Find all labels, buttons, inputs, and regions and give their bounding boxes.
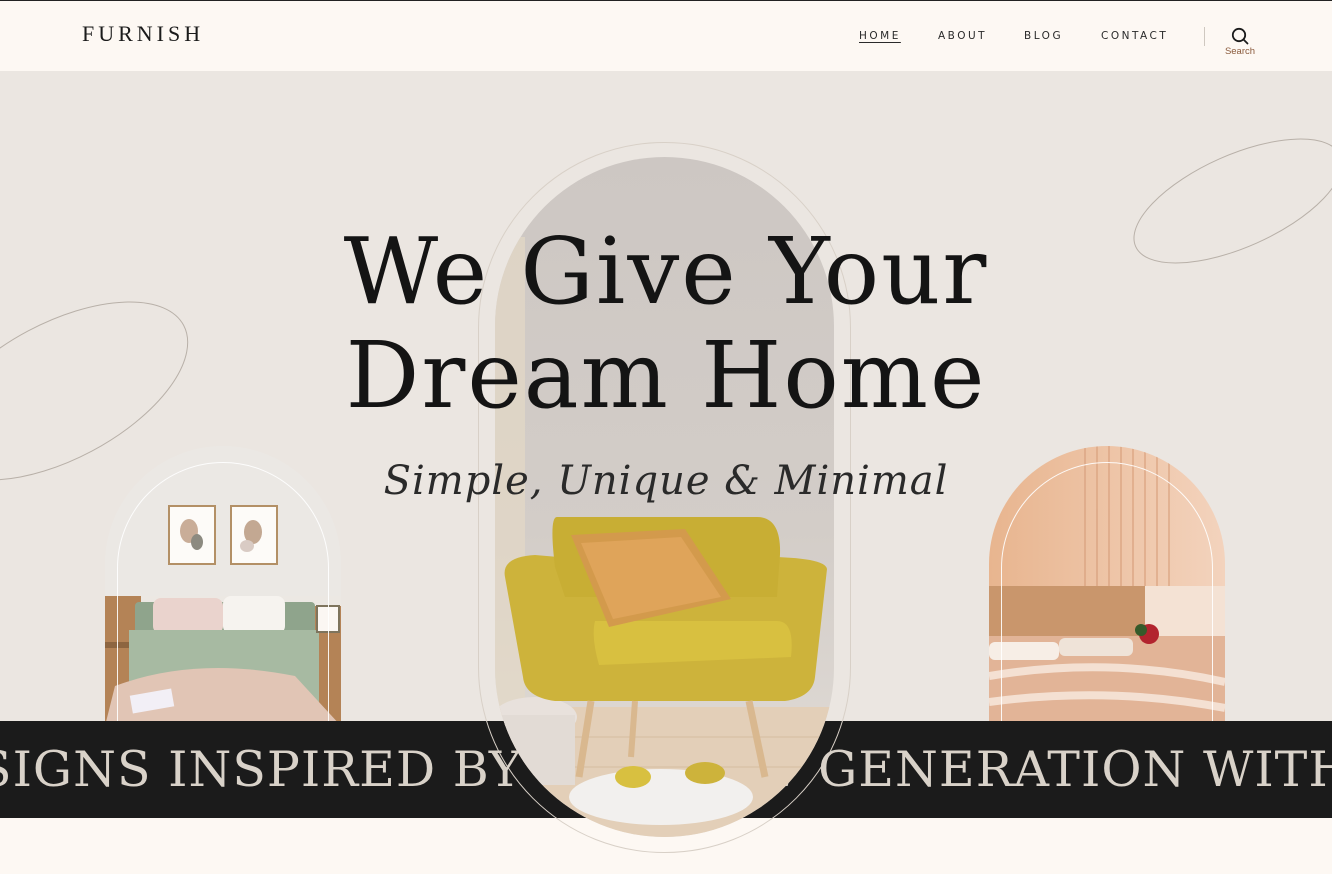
nav-home[interactable]: HOME [859, 30, 901, 42]
nav-about[interactable]: ABOUT [938, 30, 987, 42]
search-button[interactable]: Search [1222, 27, 1258, 67]
site-logo[interactable]: FURNISH [82, 21, 204, 47]
search-label: Search [1224, 46, 1256, 57]
search-icon [1231, 27, 1249, 45]
nav-blog[interactable]: BLOG [1024, 30, 1063, 42]
nav-contact[interactable]: CONTACT [1101, 30, 1168, 42]
nav-divider [1204, 27, 1205, 46]
hero-tagline: Simple, Unique & Minimal [383, 458, 949, 504]
hero-headline-line2: Dream Home [345, 322, 987, 429]
hero-headline-line1: We Give Your [343, 218, 989, 325]
site-header: FURNISH HOME ABOUT BLOG CONTACT Search [0, 0, 1332, 71]
